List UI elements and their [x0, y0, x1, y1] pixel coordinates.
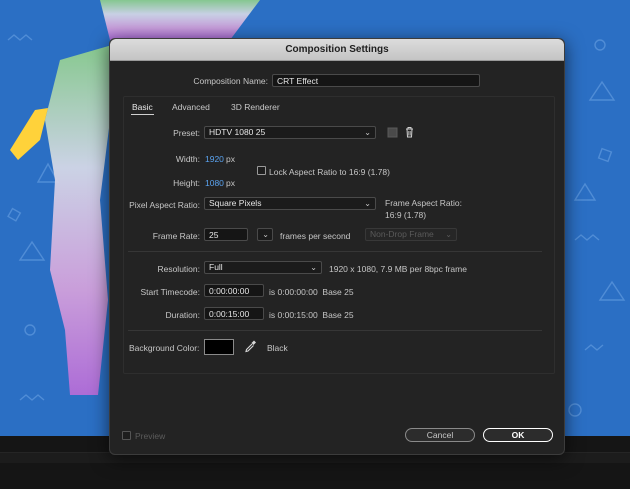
resolution-value: Full — [209, 262, 223, 272]
height-value[interactable]: 1080 — [205, 178, 224, 188]
width-label: Width: — [175, 154, 200, 164]
resolution-label: Resolution: — [157, 264, 200, 274]
preset-select[interactable]: HDTV 1080 25 ⌄ — [204, 126, 376, 139]
frame-rate-input[interactable]: 25 — [204, 228, 248, 241]
lock-aspect-checkbox[interactable] — [257, 166, 266, 175]
frame-aspect-label: Frame Aspect Ratio: — [385, 198, 463, 208]
chevron-down-icon: ⌄ — [364, 128, 371, 137]
preview-checkbox[interactable] — [122, 431, 131, 440]
preview-label: Preview — [135, 431, 166, 441]
height-unit: px — [226, 178, 235, 188]
width-unit: px — [226, 154, 235, 164]
save-preset-icon[interactable] — [387, 127, 398, 138]
background-color-swatch[interactable] — [204, 339, 234, 355]
tab-basic[interactable]: Basic — [131, 102, 154, 115]
dialog-title: Composition Settings — [110, 39, 564, 61]
chevron-down-icon: ⌄ — [310, 263, 317, 272]
resolution-info: 1920 x 1080, 7.9 MB per 8bpc frame — [329, 264, 467, 274]
ok-button[interactable]: OK — [483, 428, 553, 442]
trash-icon[interactable] — [404, 126, 415, 138]
divider — [128, 251, 542, 252]
composition-name-input[interactable]: CRT Effect — [272, 74, 480, 87]
composition-settings-dialog: Composition Settings Composition Name: C… — [109, 38, 565, 455]
drop-frame-select[interactable]: Non-Drop Frame ⌄ — [365, 228, 457, 241]
cancel-button[interactable]: Cancel — [405, 428, 475, 442]
divider — [128, 330, 542, 331]
chevron-down-icon: ⌄ — [262, 230, 269, 239]
preset-value: HDTV 1080 25 — [209, 127, 266, 137]
frame-rate-unit: frames per second — [280, 231, 351, 241]
pixel-aspect-label: Pixel Aspect Ratio: — [129, 200, 200, 210]
duration-label: Duration: — [165, 310, 201, 320]
frame-rate-dropdown[interactable]: ⌄ — [257, 228, 273, 241]
width-value[interactable]: 1920 — [205, 154, 224, 164]
pixel-aspect-select[interactable]: Square Pixels ⌄ — [204, 197, 376, 210]
duration-info: is 0:00:15:00 Base 25 — [269, 310, 354, 320]
tab-3d-renderer[interactable]: 3D Renderer — [231, 102, 280, 112]
frame-rate-label: Frame Rate: — [152, 231, 200, 241]
background-color-label: Background Color: — [129, 343, 200, 353]
chevron-down-icon: ⌄ — [364, 199, 371, 208]
start-timecode-input[interactable]: 0:00:00:00 — [204, 284, 264, 297]
lock-aspect-label: Lock Aspect Ratio to 16:9 (1.78) — [269, 167, 390, 177]
duration-input[interactable]: 0:00:15:00 — [204, 307, 264, 320]
background-color-name: Black — [267, 343, 288, 353]
pixel-aspect-value: Square Pixels — [209, 198, 262, 208]
preset-label: Preset: — [173, 128, 200, 138]
height-label: Height: — [173, 178, 200, 188]
tab-advanced[interactable]: Advanced — [172, 102, 210, 112]
drop-frame-value: Non-Drop Frame — [370, 229, 434, 239]
eyedropper-icon[interactable] — [244, 339, 257, 353]
resolution-select[interactable]: Full ⌄ — [204, 261, 322, 274]
start-timecode-info: is 0:00:00:00 Base 25 — [269, 287, 354, 297]
chevron-down-icon: ⌄ — [445, 230, 452, 239]
composition-name-label: Composition Name: — [193, 76, 268, 86]
frame-aspect-value: 16:9 (1.78) — [385, 210, 427, 220]
start-timecode-label: Start Timecode: — [140, 287, 200, 297]
